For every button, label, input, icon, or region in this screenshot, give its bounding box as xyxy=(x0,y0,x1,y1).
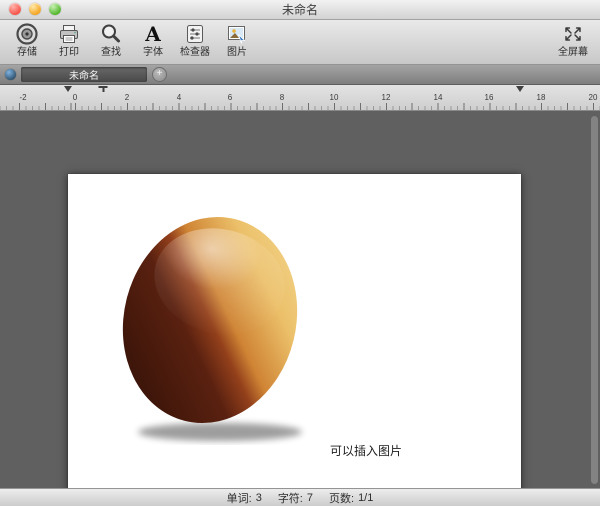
tab-untitled[interactable]: 未命名 xyxy=(21,67,147,82)
inspector-icon xyxy=(183,21,207,47)
tab-stop-marker[interactable] xyxy=(99,86,108,93)
ruler-number: 12 xyxy=(382,93,391,102)
ruler-number: 14 xyxy=(434,93,443,102)
font-button[interactable]: A 字体 xyxy=(132,21,174,64)
close-button[interactable] xyxy=(9,3,21,15)
left-margin-marker[interactable] xyxy=(64,86,72,92)
minimize-button[interactable] xyxy=(29,3,41,15)
toolbar-spacer xyxy=(258,21,552,64)
save-button[interactable]: 存储 xyxy=(6,21,48,64)
fullscreen-arrows-icon xyxy=(564,21,582,47)
char-count-value: 7 xyxy=(307,492,313,504)
title-bar: 未命名 xyxy=(0,0,600,20)
app-window: 未命名 存储 xyxy=(0,0,600,506)
page-count-value: 1/1 xyxy=(358,492,373,504)
picture-icon xyxy=(225,21,249,47)
document-page[interactable]: 可以插入图片 xyxy=(68,174,521,488)
find-button[interactable]: 查找 xyxy=(90,21,132,64)
ruler-number: 0 xyxy=(73,93,77,102)
document-scroll-area[interactable]: 可以插入图片 xyxy=(0,111,600,488)
ruler-number: 8 xyxy=(280,93,284,102)
print-button[interactable]: 打印 xyxy=(48,21,90,64)
zoom-button[interactable] xyxy=(49,3,61,15)
print-label: 打印 xyxy=(59,47,79,59)
picture-label: 图片 xyxy=(227,47,247,59)
ruler-number: 10 xyxy=(330,93,339,102)
ruler-number: 16 xyxy=(485,93,494,102)
add-tab-button[interactable]: + xyxy=(152,67,167,82)
ruler-number: 18 xyxy=(537,93,546,102)
inspector-button[interactable]: 检查器 xyxy=(174,21,216,64)
fullscreen-label: 全屏幕 xyxy=(558,47,588,59)
font-label: 字体 xyxy=(143,47,163,59)
inserted-bean-image[interactable] xyxy=(110,210,315,445)
fullscreen-button[interactable]: 全屏幕 xyxy=(552,21,594,64)
window-title: 未命名 xyxy=(282,1,318,18)
save-label: 存储 xyxy=(17,47,37,59)
traffic-lights xyxy=(9,3,61,15)
tab-label: 未命名 xyxy=(69,67,99,82)
document-text[interactable]: 可以插入图片 xyxy=(330,442,402,459)
toolbar: 存储 打印 查找 xyxy=(0,20,600,65)
find-label: 查找 xyxy=(101,47,121,59)
ruler-number: 6 xyxy=(228,93,232,102)
ruler-number: -2 xyxy=(19,93,26,102)
ruler-number: 4 xyxy=(177,93,181,102)
tab-bar: 未命名 + xyxy=(0,65,600,85)
ruler-number: 2 xyxy=(125,93,129,102)
inspector-label: 检查器 xyxy=(180,47,210,59)
status-bar: 单词: 3 字符: 7 页数: 1/1 xyxy=(0,488,600,506)
search-icon xyxy=(99,21,123,47)
font-glyph: A xyxy=(145,22,161,46)
ruler-number: 20 xyxy=(589,93,598,102)
vertical-scrollbar[interactable] xyxy=(591,116,598,484)
right-margin-marker[interactable] xyxy=(516,86,524,92)
word-count-value: 3 xyxy=(256,492,262,504)
document-dot-icon xyxy=(5,69,16,80)
ruler[interactable]: -2 0 2 4 6 8 10 12 14 16 18 20 xyxy=(0,85,600,111)
char-count-label: 字符: xyxy=(278,490,303,506)
font-icon: A xyxy=(145,21,161,47)
print-icon xyxy=(57,21,81,47)
ruler-major-ticks xyxy=(0,103,600,110)
save-icon xyxy=(15,21,39,47)
word-count-label: 单词: xyxy=(227,490,252,506)
picture-button[interactable]: 图片 xyxy=(216,21,258,64)
page-count-label: 页数: xyxy=(329,490,354,506)
